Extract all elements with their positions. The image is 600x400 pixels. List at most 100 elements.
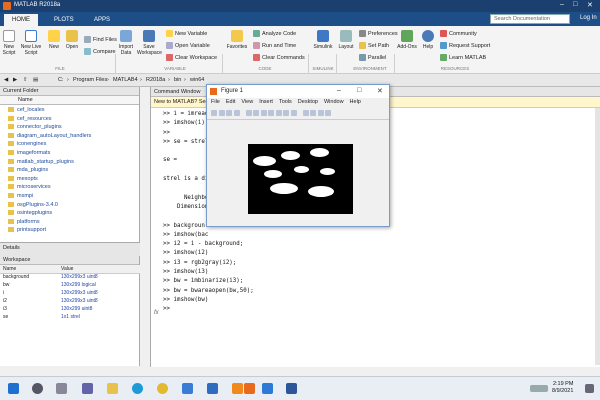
workspace-header-value[interactable]: Value	[58, 265, 140, 274]
figure-menu-item[interactable]: Desktop	[298, 99, 318, 105]
zoom-out-icon[interactable]	[260, 110, 267, 116]
layout-button[interactable]: Layout	[338, 30, 354, 50]
data-cursor-icon[interactable]	[283, 110, 290, 116]
figure-maximize-icon[interactable]: □	[357, 87, 361, 94]
workspace-header-name[interactable]: Name	[0, 265, 58, 274]
workspace-row[interactable]: i2 130x299x3 uint8	[0, 297, 140, 305]
zoom-in-icon[interactable]	[253, 110, 260, 116]
folder-item[interactable]: printsupport	[0, 227, 139, 236]
open-button[interactable]: Open	[64, 30, 80, 50]
folder-item[interactable]: cef_locales	[0, 107, 139, 116]
mail-icon[interactable]	[207, 383, 218, 394]
tab-plots[interactable]: PLOTS	[46, 14, 82, 26]
folder-item[interactable]: diagram_autoLayout_handlers	[0, 133, 139, 142]
forward-icon[interactable]: ▶	[13, 77, 17, 83]
figure-menu-item[interactable]: Edit	[226, 99, 235, 105]
new-variable-button[interactable]: New Variable	[166, 30, 207, 37]
matlab-taskbar-icon[interactable]	[244, 383, 255, 394]
file-explorer-icon[interactable]	[107, 383, 118, 394]
tab-apps[interactable]: APPS	[86, 14, 118, 26]
workspace-row[interactable]: se 1x1 strel	[0, 313, 140, 321]
word-icon[interactable]	[286, 383, 297, 394]
run-and-time-button[interactable]: Run and Time	[253, 42, 296, 49]
minimize-icon[interactable]: –	[560, 1, 564, 8]
parallel-button[interactable]: Parallel	[359, 54, 386, 61]
new-button[interactable]: New	[47, 30, 61, 50]
compare-button[interactable]: Compare	[84, 48, 116, 55]
workspace-row[interactable]: bw 130x299 logical	[0, 281, 140, 289]
folder-item[interactable]: platforms	[0, 219, 139, 228]
tab-home[interactable]: HOME	[4, 14, 38, 26]
back-icon[interactable]: ◀	[4, 77, 8, 83]
find-files-button[interactable]: Find Files	[84, 36, 117, 43]
figure-menu-item[interactable]: Help	[350, 99, 361, 105]
favorites-button[interactable]: Favorites	[226, 30, 248, 50]
brush-icon[interactable]	[290, 110, 297, 116]
save-workspace-button[interactable]: Save Workspace	[137, 30, 162, 56]
chrome-icon[interactable]	[157, 383, 168, 394]
figure-menu-item[interactable]: View	[241, 99, 253, 105]
clock[interactable]: 2:19 PM 8/9/2021	[552, 381, 573, 395]
up-folder-icon[interactable]: ⇧	[23, 77, 28, 83]
set-path-button[interactable]: Set Path	[359, 42, 389, 49]
folder-item[interactable]: connector_plugins	[0, 124, 139, 133]
open-variable-button[interactable]: Open Variable	[166, 42, 210, 49]
import-data-button[interactable]: Import Data	[118, 30, 134, 56]
new-figure-icon[interactable]	[211, 110, 217, 116]
maximize-icon[interactable]: □	[573, 1, 577, 8]
folder-item[interactable]: mda_plugins	[0, 167, 139, 176]
simulink-button[interactable]: Simulink	[312, 30, 334, 50]
legend-icon[interactable]	[317, 110, 324, 116]
figure-window[interactable]: Figure 1 – □ ✕ File Edit View Insert Tools De…	[206, 84, 390, 227]
teams-icon[interactable]	[82, 383, 93, 394]
name-column-header[interactable]: Name	[0, 96, 139, 105]
preferences-button[interactable]: Preferences	[359, 30, 398, 37]
breadcrumb-5[interactable]: win64	[190, 77, 204, 83]
figure-menu-item[interactable]: Window	[324, 99, 344, 105]
workspace-row[interactable]: i 130x299x3 uint8	[0, 289, 140, 297]
pointer-icon[interactable]	[245, 110, 252, 116]
learn-matlab-button[interactable]: Learn MATLAB	[440, 54, 486, 61]
task-view-icon[interactable]	[56, 383, 67, 394]
breadcrumb-4[interactable]: bin	[174, 77, 181, 83]
pan-icon[interactable]	[268, 110, 275, 116]
details-panel[interactable]: Details	[0, 242, 140, 256]
folder-item[interactable]: osgPlugins-3.4.0	[0, 202, 139, 211]
folder-item[interactable]: mexopts	[0, 176, 139, 185]
colorbar-icon[interactable]	[310, 110, 317, 116]
folder-item[interactable]: iconengines	[0, 141, 139, 150]
clear-commands-button[interactable]: Clear Commands	[253, 54, 305, 61]
login-link[interactable]: Log In	[580, 15, 597, 21]
clear-workspace-button[interactable]: Clear Workspace	[166, 54, 217, 61]
hide-tools-icon[interactable]	[325, 110, 332, 116]
link-icon[interactable]	[302, 110, 309, 116]
breadcrumb-1[interactable]: Program Files	[73, 77, 107, 83]
figure-menu-item[interactable]: Tools	[279, 99, 292, 105]
figure-menu-item[interactable]: File	[211, 99, 220, 105]
community-button[interactable]: Community	[440, 30, 477, 37]
browse-folder-icon[interactable]: ▤	[33, 77, 38, 83]
system-tray-icon[interactable]	[530, 385, 548, 392]
windows-start-icon[interactable]	[8, 383, 19, 394]
workspace-row[interactable]: i3 130x299 uint8	[0, 305, 140, 313]
help-button[interactable]: Help	[421, 30, 435, 50]
folder-item[interactable]: osintegplugins	[0, 210, 139, 219]
edge-icon[interactable]	[132, 383, 143, 394]
rotate-icon[interactable]	[275, 110, 282, 116]
figure-minimize-icon[interactable]: –	[337, 87, 341, 94]
store-icon[interactable]	[182, 383, 193, 394]
folder-item[interactable]: imageformats	[0, 150, 139, 159]
notification-icon[interactable]	[585, 384, 594, 393]
fx-icon[interactable]: fx	[154, 310, 159, 316]
figure-canvas[interactable]	[207, 122, 389, 226]
open-file-icon[interactable]	[218, 110, 225, 116]
vlc-icon[interactable]	[232, 383, 243, 394]
folder-item[interactable]: microservices	[0, 184, 139, 193]
save-icon[interactable]	[226, 110, 232, 116]
new-script-button[interactable]: New Script	[2, 30, 16, 56]
breadcrumb-2[interactable]: MATLAB4	[113, 77, 138, 83]
request-support-button[interactable]: Request Support	[440, 42, 490, 49]
analyze-code-button[interactable]: Analyze Code	[253, 30, 296, 37]
folder-item[interactable]: matlab_startup_plugins	[0, 159, 139, 168]
print-icon[interactable]	[233, 110, 240, 116]
